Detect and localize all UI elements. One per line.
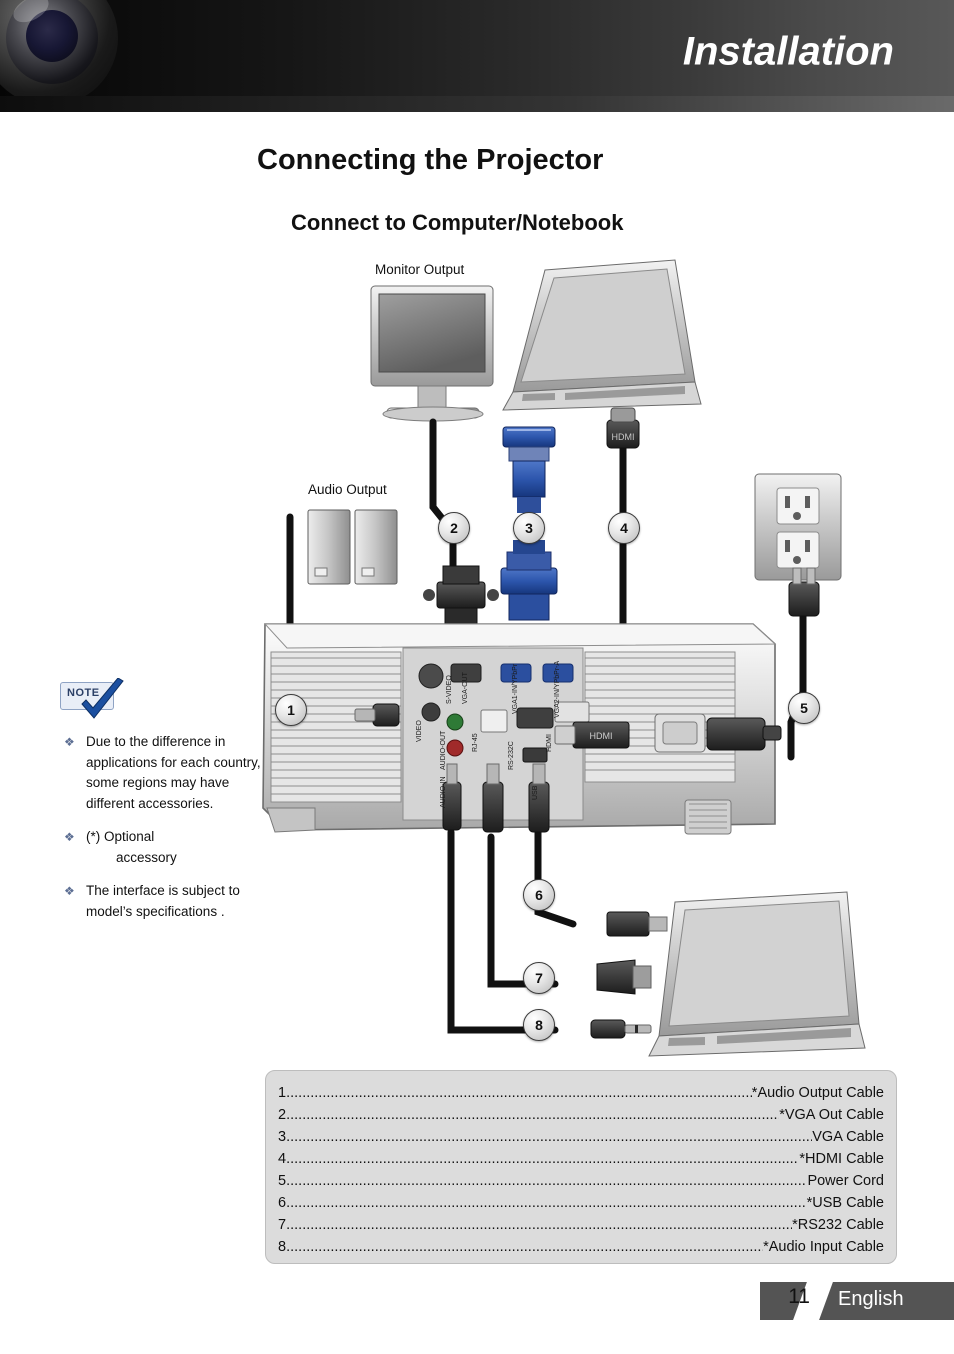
header-streak [0,96,954,112]
legend-row-3-number: 3 [278,1129,287,1145]
legend-row-3-dots: ........................................… [286,1129,813,1145]
note-bullet-icon: ❖ [64,830,75,844]
callout-4-label: 4 [620,520,628,536]
legend-row-6: 6 ......................................… [278,1192,884,1214]
legend-row-8-value: *Audio Input Cable [763,1239,884,1255]
legend-row-8-number: 8 [278,1239,287,1255]
legend-row-5-dots: ........................................… [286,1173,807,1189]
legend-row-8: 8 ......................................… [278,1236,884,1258]
note-item-3-text: The interface is subject to model’s spec… [86,883,240,919]
callout-6: 6 [523,879,555,911]
port-label-audio-out: AUDIO-OUT [440,730,447,770]
port-label-audio-in: AUDIO-IN [440,777,447,809]
callout-2-label: 2 [450,520,458,536]
legend-row-4-dots: ........................................… [286,1151,799,1167]
legend-row-4: 4 ......................................… [278,1148,884,1170]
note-list: ❖ Due to the difference in applications … [62,732,262,935]
callout-2: 2 [438,512,470,544]
legend-row-7-dots: ........................................… [286,1217,793,1233]
note-item-2-text: (*) Optional [86,829,155,844]
legend-row-5: 5 ......................................… [278,1170,884,1192]
callout-5: 5 [788,692,820,724]
legend-row-1: 1 ......................................… [278,1082,884,1104]
legend-row-4-number: 4 [278,1151,287,1167]
note-item-1: ❖ Due to the difference in applications … [62,732,262,814]
callout-1: 1 [275,694,307,726]
legend-row-6-value: *USB Cable [806,1195,884,1211]
port-label-rs232c: RS-232C [508,741,515,770]
note-bullet-icon: ❖ [64,884,75,898]
note-icon: NOTE [60,676,126,728]
page-title: Connecting the Projector [257,144,604,176]
callout-3-label: 3 [525,520,533,536]
footer-page-number: 11 [788,1285,810,1308]
projector-port-labels: S-VIDEO VIDEO VGA-OUT VGA1-IN/YPbPr VGA2… [416,660,561,809]
note-item-2-indent: accessory [116,849,177,865]
legend-row-5-number: 5 [278,1173,287,1189]
legend-row-7-value: *RS232 Cable [792,1217,884,1233]
legend-row-2-value: *VGA Out Cable [779,1107,884,1123]
port-label-hdmi: HDMI [546,734,553,752]
page-subtitle: Connect to Computer/Notebook [291,210,624,235]
cable-legend: 1 ......................................… [265,1070,897,1264]
legend-row-4-value: *HDMI Cable [799,1151,884,1167]
legend-row-6-dots: ........................................… [286,1195,807,1211]
callout-8: 8 [523,1009,555,1041]
callout-4: 4 [608,512,640,544]
callout-3: 3 [513,512,545,544]
legend-row-2-dots: ........................................… [286,1107,779,1123]
legend-row-7: 7 ......................................… [278,1214,884,1236]
note-item-2: ❖ (*) Optional accessory [62,827,262,868]
label-monitor-output: Monitor Output [375,262,465,277]
port-label-vga1-in: VGA1-IN/YPbPr [512,663,519,714]
connection-diagram: HDMI HDMI S-VIDEO VIDEO VGA-OUT VGA1-IN/… [255,252,915,1062]
cable-legend-list: 1 ......................................… [278,1082,884,1258]
header-title: Installation [682,29,894,74]
legend-row-3-value: VGA Cable [812,1129,884,1145]
callout-7-label: 7 [535,970,543,986]
callout-8-label: 8 [535,1017,543,1033]
legend-row-3: 3 ......................................… [278,1126,884,1148]
page-header: Installation [0,0,954,112]
port-label-usb: USB [532,785,539,800]
callout-5-label: 5 [800,700,808,716]
callout-1-label: 1 [287,702,295,718]
callout-7: 7 [523,962,555,994]
callout-6-label: 6 [535,887,543,903]
legend-row-1-dots: ........................................… [286,1085,752,1101]
label-audio-output: Audio Output [308,482,387,497]
note-item-1-text: Due to the difference in applications fo… [86,734,261,811]
note-bullet-icon: ❖ [64,735,75,749]
legend-row-1-number: 1 [278,1085,287,1101]
port-label-vga-out: VGA-OUT [462,671,469,704]
port-label-s-video: S-VIDEO [446,675,453,704]
legend-row-6-number: 6 [278,1195,287,1211]
legend-row-7-number: 7 [278,1217,287,1233]
legend-row-5-value: Power Cord [807,1173,884,1189]
port-label-video: VIDEO [416,720,423,742]
checkmark-icon [81,678,124,719]
footer-language: English [838,1288,904,1310]
legend-row-2-number: 2 [278,1107,287,1123]
legend-row-2: 2 ......................................… [278,1104,884,1126]
legend-row-8-dots: ........................................… [286,1239,763,1255]
port-label-vga2-in: VGA2-IN/YPbPr-A [554,660,561,718]
port-label-rj45: RJ-45 [472,733,479,752]
legend-row-1-value: *Audio Output Cable [751,1085,884,1101]
note-item-3: ❖ The interface is subject to model’s sp… [62,881,262,922]
